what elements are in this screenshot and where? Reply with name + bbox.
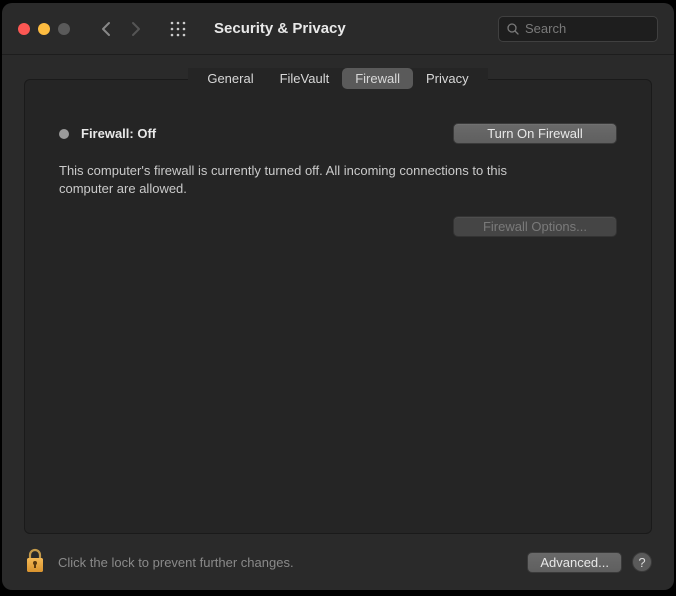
tab-privacy[interactable]: Privacy [413, 68, 482, 89]
tab-filevault[interactable]: FileVault [267, 68, 343, 89]
lock-icon[interactable] [24, 548, 46, 576]
advanced-button[interactable]: Advanced... [527, 552, 622, 573]
tab-firewall[interactable]: Firewall [342, 68, 413, 89]
search-icon [507, 23, 519, 35]
minimize-window-button[interactable] [38, 23, 50, 35]
turn-on-firewall-button[interactable]: Turn On Firewall [453, 123, 617, 144]
tab-general[interactable]: General [194, 68, 266, 89]
back-button[interactable] [100, 21, 111, 37]
tab-bar: General FileVault Firewall Privacy [25, 68, 651, 89]
forward-button[interactable] [131, 21, 142, 37]
traffic-lights [18, 23, 70, 35]
close-window-button[interactable] [18, 23, 30, 35]
firewall-description: This computer's firewall is currently tu… [59, 162, 559, 198]
firewall-options-button: Firewall Options... [453, 216, 617, 237]
firewall-status-label: Firewall: Off [81, 126, 156, 141]
footer: Click the lock to prevent further change… [2, 534, 674, 590]
panel-body: Firewall: Off Turn On Firewall This comp… [25, 89, 651, 257]
window-title: Security & Privacy [214, 20, 490, 37]
titlebar: Security & Privacy [2, 3, 674, 55]
firewall-status-row: Firewall: Off Turn On Firewall [59, 123, 617, 144]
content-area: General FileVault Firewall Privacy Firew… [2, 55, 674, 534]
help-button[interactable]: ? [632, 552, 652, 572]
nav-arrows [100, 21, 142, 37]
lock-description: Click the lock to prevent further change… [58, 555, 515, 570]
show-all-icon[interactable] [170, 21, 186, 37]
search-box[interactable] [498, 16, 658, 42]
main-panel: General FileVault Firewall Privacy Firew… [24, 79, 652, 534]
zoom-window-button[interactable] [58, 23, 70, 35]
status-indicator-icon [59, 129, 69, 139]
preferences-window: Security & Privacy General FileVault Fir… [2, 3, 674, 590]
search-input[interactable] [525, 21, 649, 36]
